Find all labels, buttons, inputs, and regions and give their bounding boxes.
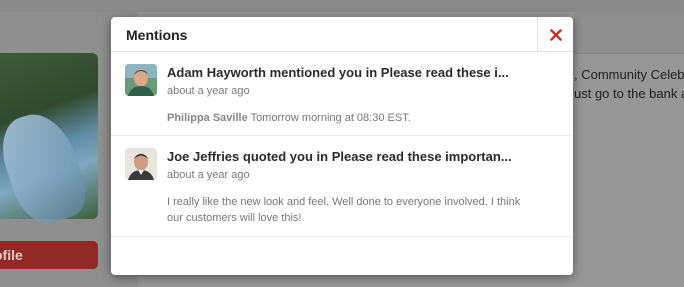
avatar[interactable] — [125, 64, 157, 96]
close-icon — [549, 28, 562, 41]
background-profile-button: ofile — [0, 241, 98, 269]
background-topbar — [0, 0, 684, 12]
mentions-modal: Mentions Adam Hayworth mentioned you in … — [111, 17, 573, 275]
mention-item[interactable]: Adam Hayworth mentioned you in Please re… — [111, 52, 573, 136]
mention-message-text: Tomorrow morning at 08:30 EST. — [250, 112, 411, 124]
mention-item[interactable]: Joe Jeffries quoted you in Please read t… — [111, 136, 573, 237]
background-profile-photo — [0, 53, 98, 232]
mention-timestamp: about a year ago — [167, 169, 250, 181]
mention-message: Philippa Saville Tomorrow morning at 08:… — [167, 110, 537, 126]
background-text-line: , Community Celeb — [574, 67, 684, 82]
avatar-image — [125, 64, 157, 96]
mention-message: I really like the new look and feel. Wel… — [167, 194, 537, 226]
background-photo-detail — [0, 104, 94, 232]
background-right-header — [574, 12, 684, 54]
avatar[interactable] — [125, 148, 157, 180]
close-button[interactable] — [537, 17, 573, 52]
modal-title: Mentions — [126, 27, 188, 43]
modal-header: Mentions — [111, 17, 573, 52]
avatar-image — [125, 148, 157, 180]
mention-title[interactable]: Adam Hayworth mentioned you in Please re… — [167, 65, 547, 80]
background-text-line: ust go to the bank a — [574, 86, 684, 101]
mention-message-text: I really like the new look and feel. Wel… — [167, 196, 521, 224]
mention-title[interactable]: Joe Jeffries quoted you in Please read t… — [167, 149, 547, 164]
mention-timestamp: about a year ago — [167, 85, 250, 97]
mention-author: Philippa Saville — [167, 112, 248, 124]
